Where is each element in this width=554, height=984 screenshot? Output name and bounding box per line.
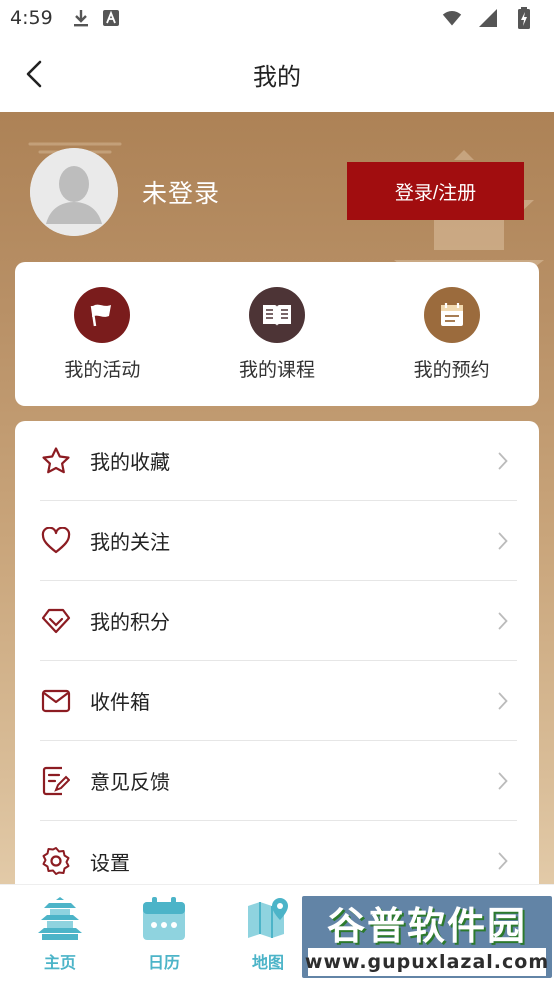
calendar-note-icon xyxy=(423,286,480,343)
menu-item-label: 收件箱 xyxy=(90,690,150,714)
menu-item-feedback[interactable]: 意见反馈 xyxy=(40,741,517,821)
nav-label: 主页 xyxy=(43,953,76,972)
heart-icon xyxy=(40,525,72,557)
menu-item-label: 我的积分 xyxy=(90,610,170,634)
menu-item-follows[interactable]: 我的关注 xyxy=(40,501,517,581)
menu-item-points[interactable]: 我的积分 xyxy=(40,581,517,661)
signal-icon xyxy=(478,8,498,28)
book-icon xyxy=(248,286,305,343)
chevron-right-icon xyxy=(495,611,511,631)
chevron-right-icon xyxy=(495,851,511,871)
status-bar: 4:59 xyxy=(0,0,554,36)
chevron-right-icon xyxy=(495,771,511,791)
chevron-right-icon xyxy=(495,531,511,551)
watermark: 谷普软件园 www.gupuxlazal.com xyxy=(302,896,552,978)
chevron-right-icon xyxy=(495,451,511,471)
nav-label: 日历 xyxy=(147,953,180,972)
gear-icon xyxy=(40,845,72,877)
menu-item-label: 设置 xyxy=(90,850,130,875)
login-register-button[interactable]: 登录/注册 xyxy=(347,162,524,220)
battery-icon xyxy=(514,7,534,29)
default-avatar-icon xyxy=(30,148,118,236)
download-icon xyxy=(71,8,91,28)
menu-item-label: 我的关注 xyxy=(90,530,170,554)
quick-action-my-activities[interactable]: 我的活动 xyxy=(27,286,177,382)
quick-action-label: 我的活动 xyxy=(64,358,141,381)
quick-action-label: 我的预约 xyxy=(413,358,490,381)
chevron-right-icon xyxy=(495,691,511,711)
quick-actions-card: 我的活动 我的课程 我的预约 xyxy=(15,262,539,406)
quick-action-label: 我的课程 xyxy=(238,358,315,381)
mail-icon xyxy=(40,685,72,717)
chevron-left-icon xyxy=(26,60,42,88)
nav-item-home[interactable]: 主页 xyxy=(8,885,112,984)
avatar[interactable] xyxy=(30,148,118,236)
watermark-title: 谷普软件园 xyxy=(326,903,527,948)
calendar-icon xyxy=(139,895,189,943)
quick-action-my-appointments[interactable]: 我的预约 xyxy=(377,286,527,382)
back-button[interactable] xyxy=(14,54,54,94)
nav-item-calendar[interactable]: 日历 xyxy=(112,885,216,984)
nav-label: 地图 xyxy=(251,953,284,972)
page-title: 我的 xyxy=(253,62,301,91)
pavilion-icon xyxy=(35,895,85,943)
quick-action-my-courses[interactable]: 我的课程 xyxy=(202,286,352,382)
watermark-url: www.gupuxlazal.com xyxy=(305,948,548,976)
page-header: 我的 xyxy=(0,36,554,112)
username-label: 未登录 xyxy=(142,179,221,208)
menu-item-inbox[interactable]: 收件箱 xyxy=(40,661,517,741)
profile-row: 未登录 登录/注册 xyxy=(30,148,524,236)
status-time: 4:59 xyxy=(10,7,53,29)
menu-item-label: 我的收藏 xyxy=(90,450,170,474)
app-notification-icon xyxy=(101,8,121,28)
map-icon xyxy=(243,895,293,943)
wifi-icon xyxy=(442,8,462,28)
flag-icon xyxy=(74,286,131,343)
menu-card: 我的收藏 我的关注 我的积分 收件箱 意见反馈 设置 xyxy=(15,421,539,901)
diamond-icon xyxy=(40,605,72,637)
feedback-icon xyxy=(40,765,72,797)
star-icon xyxy=(40,445,72,477)
menu-item-favorites[interactable]: 我的收藏 xyxy=(40,421,517,501)
menu-item-label: 意见反馈 xyxy=(90,770,170,794)
